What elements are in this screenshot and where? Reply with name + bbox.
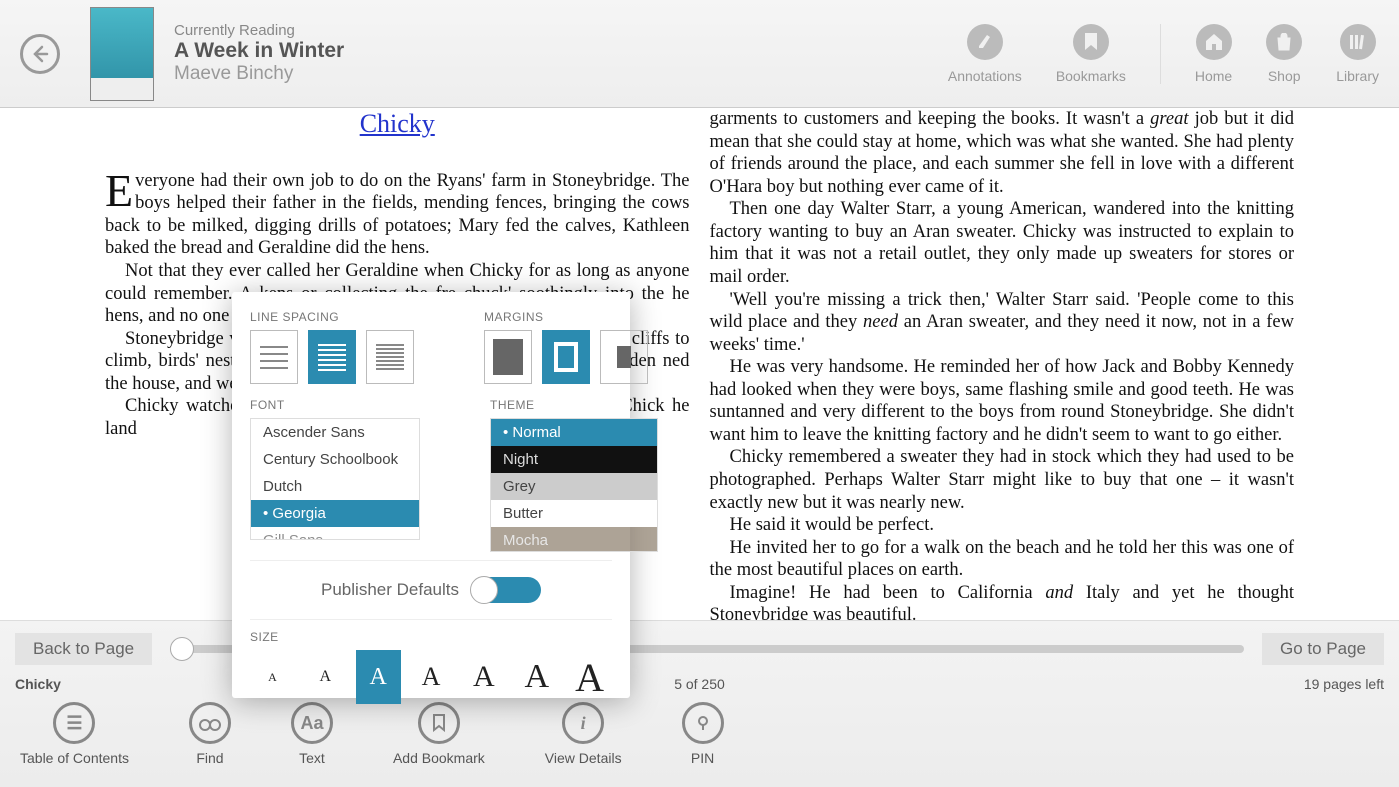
toc-button[interactable]: ☰Table of Contents	[20, 702, 129, 766]
font-option[interactable]: Century Schoolbook	[251, 446, 419, 473]
binoculars-icon	[189, 702, 231, 744]
library-icon	[1340, 24, 1376, 60]
font-label: FONT	[250, 398, 420, 412]
text-icon: Aa	[291, 702, 333, 744]
margins-label: MARGINS	[484, 310, 648, 324]
size-option-7[interactable]: A	[567, 650, 612, 704]
size-option-1[interactable]: A	[250, 650, 295, 704]
font-option[interactable]: Gill Sans	[251, 527, 419, 540]
theme-option-night[interactable]: Night	[491, 446, 657, 473]
library-button[interactable]: Library	[1336, 24, 1379, 84]
dropcap: E	[105, 170, 135, 211]
font-option[interactable]: Dutch	[251, 473, 419, 500]
theme-listbox[interactable]: • Normal Night Grey Butter Mocha	[490, 418, 658, 552]
back-arrow-icon	[30, 44, 50, 64]
publisher-defaults-label: Publisher Defaults	[321, 580, 459, 600]
size-selector: A A A A A A A	[250, 650, 612, 704]
footer-bar: Back to Page Go to Page Chicky 5 of 250 …	[0, 620, 1399, 787]
margin-wide[interactable]	[600, 330, 648, 384]
add-bookmark-button[interactable]: Add Bookmark	[393, 702, 485, 766]
bookmark-icon	[1073, 24, 1109, 60]
find-button[interactable]: Find	[189, 702, 231, 766]
shopping-bag-icon	[1266, 24, 1302, 60]
list-icon: ☰	[53, 702, 95, 744]
annotations-button[interactable]: Annotations	[948, 24, 1022, 84]
font-listbox[interactable]: Ascender Sans Century Schoolbook Dutch •…	[250, 418, 420, 540]
back-to-page-button[interactable]: Back to Page	[15, 633, 152, 665]
header-bar: Currently Reading A Week in Winter Maeve…	[0, 0, 1399, 108]
size-label: SIZE	[250, 630, 612, 644]
line-spacing-medium[interactable]	[308, 330, 356, 384]
theme-label: THEME	[490, 398, 658, 412]
theme-option-normal[interactable]: • Normal	[491, 419, 657, 446]
chapter-title[interactable]: Chicky	[105, 108, 690, 140]
text-settings-popup: LINE SPACING MARGINS FONT Ascender Sans …	[232, 292, 630, 698]
book-author: Maeve Binchy	[174, 63, 344, 85]
header-actions: Annotations Bookmarks Home Shop Library	[948, 24, 1379, 84]
currently-reading-label: Currently Reading	[174, 22, 344, 39]
bookmark-add-icon	[418, 702, 460, 744]
size-option-2[interactable]: A	[303, 650, 348, 704]
margin-narrow[interactable]	[484, 330, 532, 384]
pin-icon	[682, 702, 724, 744]
bookmarks-button[interactable]: Bookmarks	[1056, 24, 1126, 84]
shop-button[interactable]: Shop	[1266, 24, 1302, 84]
book-cover[interactable]	[90, 7, 154, 101]
go-to-page-button[interactable]: Go to Page	[1262, 633, 1384, 665]
size-option-3[interactable]: A	[356, 650, 401, 704]
chapter-name-label: Chicky	[15, 676, 215, 692]
size-option-5[interactable]: A	[461, 650, 506, 704]
divider	[1160, 24, 1161, 84]
margin-medium[interactable]	[542, 330, 590, 384]
size-option-6[interactable]: A	[514, 650, 559, 704]
text-button[interactable]: AaText	[291, 702, 333, 766]
book-meta: Currently Reading A Week in Winter Maeve…	[174, 22, 344, 85]
publisher-defaults-toggle[interactable]	[471, 577, 541, 603]
line-spacing-wide[interactable]	[250, 330, 298, 384]
line-spacing-narrow[interactable]	[366, 330, 414, 384]
theme-option-grey[interactable]: Grey	[491, 473, 657, 500]
font-option[interactable]: Ascender Sans	[251, 419, 419, 446]
pin-button[interactable]: PIN	[682, 702, 724, 766]
pages-left: 19 pages left	[1184, 676, 1384, 692]
home-icon	[1196, 24, 1232, 60]
slider-knob[interactable]	[170, 637, 194, 661]
theme-option-butter[interactable]: Butter	[491, 500, 657, 527]
reading-pane[interactable]: Chicky Everyone had their own job to do …	[0, 108, 1399, 620]
view-details-button[interactable]: iView Details	[545, 702, 622, 766]
font-option-selected[interactable]: • Georgia	[251, 500, 419, 527]
size-option-4[interactable]: A	[409, 650, 454, 704]
book-title: A Week in Winter	[174, 39, 344, 63]
back-button[interactable]	[20, 34, 60, 74]
info-icon: i	[562, 702, 604, 744]
highlighter-icon	[967, 24, 1003, 60]
line-spacing-label: LINE SPACING	[250, 310, 414, 324]
right-column: garments to customers and keeping the bo…	[700, 108, 1305, 620]
theme-option-mocha[interactable]: Mocha	[491, 527, 657, 552]
home-button[interactable]: Home	[1195, 24, 1232, 84]
